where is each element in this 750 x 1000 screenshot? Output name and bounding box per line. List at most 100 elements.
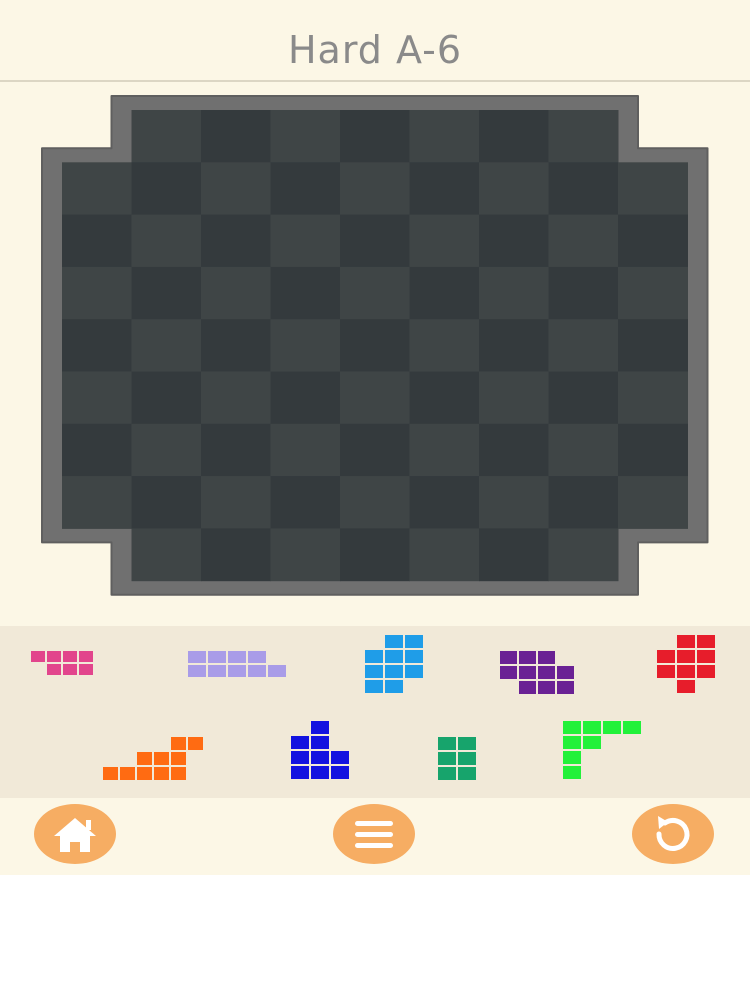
piece-orange[interactable]: [103, 737, 203, 780]
piece-block[interactable]: [137, 767, 152, 780]
piece-block[interactable]: [79, 651, 93, 662]
piece-block[interactable]: [677, 650, 695, 663]
piece-pink[interactable]: [31, 651, 93, 675]
piece-block[interactable]: [63, 651, 77, 662]
board-cell[interactable]: [131, 371, 202, 425]
piece-block[interactable]: [405, 635, 423, 648]
piece-block[interactable]: [657, 650, 675, 663]
piece-block[interactable]: [538, 681, 555, 694]
board-cell[interactable]: [548, 214, 619, 268]
board-cell[interactable]: [201, 319, 271, 372]
board-cell[interactable]: [270, 371, 341, 425]
piece-block[interactable]: [208, 651, 226, 663]
board-cell[interactable]: [201, 162, 271, 216]
board-cell[interactable]: [548, 528, 619, 582]
piece-block[interactable]: [331, 766, 349, 779]
board-cell[interactable]: [409, 162, 480, 216]
board-cell[interactable]: [479, 319, 549, 372]
piece-block[interactable]: [557, 666, 574, 679]
board-cell[interactable]: [479, 214, 549, 268]
board-cell[interactable]: [479, 110, 549, 163]
piece-block[interactable]: [291, 736, 309, 749]
board-cell[interactable]: [340, 266, 410, 320]
board-cell[interactable]: [340, 476, 410, 529]
board-cell[interactable]: [618, 162, 688, 216]
board-cell[interactable]: [618, 476, 688, 529]
piece-block[interactable]: [31, 651, 45, 662]
piece-block[interactable]: [311, 766, 329, 779]
board-cell[interactable]: [270, 319, 341, 372]
board-cell[interactable]: [548, 162, 619, 216]
piece-block[interactable]: [385, 635, 403, 648]
piece-purple[interactable]: [500, 651, 574, 694]
board-cell[interactable]: [340, 110, 410, 163]
piece-block[interactable]: [557, 681, 574, 694]
piece-block[interactable]: [208, 665, 226, 677]
board-cell[interactable]: [409, 476, 480, 529]
board-cell[interactable]: [340, 423, 410, 477]
board-cell[interactable]: [409, 266, 480, 320]
piece-block[interactable]: [291, 751, 309, 764]
board-cell[interactable]: [340, 214, 410, 268]
piece-block[interactable]: [103, 767, 118, 780]
piece-green[interactable]: [438, 737, 476, 780]
board-cell[interactable]: [270, 162, 341, 216]
board-cell[interactable]: [548, 266, 619, 320]
board-cell[interactable]: [409, 371, 480, 425]
piece-block[interactable]: [538, 651, 555, 664]
board-cell[interactable]: [548, 423, 619, 477]
piece-block[interactable]: [385, 680, 403, 693]
piece-block[interactable]: [519, 681, 536, 694]
board-cell[interactable]: [62, 162, 132, 216]
piece-block[interactable]: [171, 737, 186, 750]
piece-block[interactable]: [583, 736, 601, 749]
piece-block[interactable]: [47, 651, 61, 662]
piece-block[interactable]: [657, 665, 675, 678]
piece-block[interactable]: [311, 751, 329, 764]
piece-block[interactable]: [438, 752, 456, 765]
board-cell[interactable]: [618, 319, 688, 372]
board-cell[interactable]: [548, 476, 619, 529]
puzzle-board[interactable]: [0, 90, 750, 610]
piece-blue[interactable]: [291, 721, 349, 779]
board-cell[interactable]: [62, 319, 132, 372]
piece-block[interactable]: [365, 650, 383, 663]
board-cell[interactable]: [270, 476, 341, 529]
piece-block[interactable]: [331, 751, 349, 764]
board-cell[interactable]: [270, 528, 341, 582]
piece-block[interactable]: [623, 721, 641, 734]
board-cell[interactable]: [131, 110, 202, 163]
board-canvas[interactable]: [0, 90, 750, 610]
piece-block[interactable]: [120, 767, 135, 780]
piece-block[interactable]: [137, 752, 152, 765]
piece-block[interactable]: [677, 635, 695, 648]
board-cell[interactable]: [479, 476, 549, 529]
board-cell[interactable]: [201, 423, 271, 477]
piece-block[interactable]: [365, 665, 383, 678]
piece-block[interactable]: [677, 665, 695, 678]
piece-red[interactable]: [657, 635, 715, 693]
piece-block[interactable]: [365, 680, 383, 693]
board-cell[interactable]: [131, 476, 202, 529]
board-cell[interactable]: [409, 214, 480, 268]
board-cell[interactable]: [270, 214, 341, 268]
piece-block[interactable]: [405, 665, 423, 678]
piece-block[interactable]: [311, 736, 329, 749]
board-cell[interactable]: [270, 423, 341, 477]
piece-block[interactable]: [154, 752, 169, 765]
piece-block[interactable]: [438, 737, 456, 750]
board-cell[interactable]: [201, 214, 271, 268]
piece-lime[interactable]: [563, 721, 641, 779]
board-cell[interactable]: [201, 110, 271, 163]
piece-block[interactable]: [311, 721, 329, 734]
board-cell[interactable]: [270, 110, 341, 163]
piece-block[interactable]: [438, 767, 456, 780]
piece-block[interactable]: [458, 767, 476, 780]
piece-block[interactable]: [603, 721, 621, 734]
board-cell[interactable]: [270, 266, 341, 320]
board-cell[interactable]: [62, 266, 132, 320]
board-cell[interactable]: [409, 423, 480, 477]
piece-block[interactable]: [583, 721, 601, 734]
board-cell[interactable]: [62, 476, 132, 529]
board-cell[interactable]: [131, 528, 202, 582]
